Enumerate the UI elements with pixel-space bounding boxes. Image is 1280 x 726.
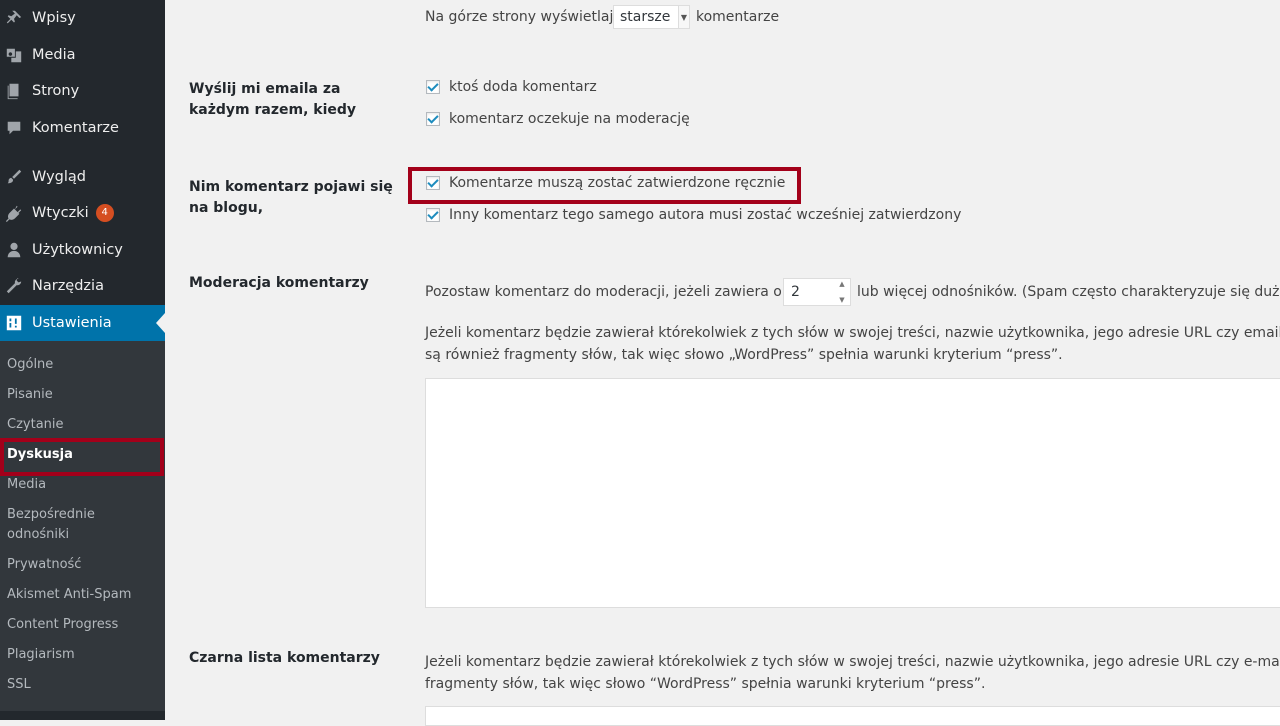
menu-label: Wpisy [32, 10, 76, 26]
email-on-comment-option[interactable]: ktoś doda komentarz [426, 79, 597, 95]
plugin-update-count-badge: 4 [95, 204, 114, 222]
settings-icon [5, 314, 23, 332]
moderation-links-prefix: Pozostaw komentarz do moderacji, jeżeli … [425, 284, 791, 300]
moderation-links-suffix: lub więcej odnośników. (Spam często char… [857, 284, 1280, 300]
submenu-media[interactable]: Media [7, 475, 46, 495]
menu-label: Wygląd [32, 169, 86, 185]
email-section-label: Wyślij mi emaila za każdym razem, kiedy [189, 81, 357, 118]
moderation-description-line2: są również fragmenty słów, tak więc słow… [425, 347, 1063, 363]
option-label: ktoś doda komentarz [449, 79, 597, 95]
menu-label: Użytkownicy [32, 242, 123, 258]
active-arrow [156, 313, 165, 333]
option-label: Inny komentarz tego samego autora musi z… [449, 207, 962, 223]
dropdown-arrow-icon: ▼ [678, 6, 689, 28]
users-icon [5, 241, 23, 259]
pages-icon [5, 82, 23, 100]
plugin-icon [5, 204, 23, 222]
brush-icon [5, 168, 23, 186]
checkbox-checked-icon[interactable] [426, 208, 440, 222]
menu-label: Wtyczki [32, 205, 89, 221]
email-on-moderation-option[interactable]: komentarz oczekuje na moderację [426, 111, 690, 127]
menu-item-media[interactable]: Media [0, 37, 165, 73]
blacklist-keys-textarea[interactable] [425, 706, 1280, 726]
moderation-keys-textarea[interactable] [425, 378, 1280, 608]
previously-approved-option[interactable]: Inny komentarz tego samego autora musi z… [426, 207, 961, 223]
manual-approval-option[interactable]: Komentarze muszą zostać zatwierdzone ręc… [426, 175, 785, 191]
submenu-content-progress[interactable]: Content Progress [7, 615, 118, 635]
menu-label: Media [32, 47, 76, 63]
sidebar-bottom [0, 711, 165, 720]
moderation-links-input[interactable]: 2 ▲ ▼ [783, 278, 851, 306]
order-suffix-text: komentarze [696, 9, 780, 25]
submenu-ssl[interactable]: SSL [7, 675, 31, 695]
option-label: komentarz oczekuje na moderację [449, 111, 690, 127]
moderation-section-label: Moderacja komentarzy [189, 275, 369, 291]
moderation-description-line1: Jeżeli komentarz będzie zawierał któreko… [425, 325, 1280, 341]
menu-item-pages[interactable]: Strony [0, 73, 165, 109]
menu-item-appearance[interactable]: Wygląd [0, 159, 165, 195]
menu-label: Komentarze [32, 120, 119, 136]
order-prefix-text: Na górze strony wyświetlaj [425, 9, 614, 25]
submenu-reading[interactable]: Czytanie [7, 415, 64, 435]
settings-submenu: Ogólne Pisanie Czytanie Dyskusja Media B… [0, 341, 165, 711]
checkbox-checked-icon[interactable] [426, 176, 440, 190]
wrench-icon [5, 277, 23, 295]
menu-label: Narzędzia [32, 278, 104, 294]
discussion-highlight-box [0, 438, 164, 476]
menu-item-plugins[interactable]: Wtyczki 4 [0, 195, 165, 231]
menu-item-comments[interactable]: Komentarze [0, 110, 165, 146]
submenu-plagiarism[interactable]: Plagiarism [7, 645, 75, 665]
discussion-settings-form: Na górze strony wyświetlaj starsze ▼ kom… [165, 0, 1280, 726]
comment-order-value: starsze [620, 9, 671, 25]
submenu-writing[interactable]: Pisanie [7, 385, 53, 405]
comments-icon [5, 119, 23, 137]
blacklist-description-line2: fragmenty słów, tak więc słowo “WordPres… [425, 676, 986, 692]
menu-item-settings[interactable]: Ustawienia [0, 305, 165, 341]
menu-label: Strony [32, 83, 80, 99]
menu-label: Ustawienia [32, 315, 112, 331]
submenu-privacy[interactable]: Prywatność [7, 555, 81, 575]
number-spinner-icon[interactable]: ▲ ▼ [836, 280, 848, 304]
pin-icon [5, 9, 23, 27]
submenu-general[interactable]: Ogólne [7, 355, 53, 375]
admin-sidebar: Wpisy Media Strony Komentarze Wygląd Wty… [0, 0, 165, 720]
submenu-akismet[interactable]: Akismet Anti-Spam [7, 585, 131, 605]
checkbox-checked-icon[interactable] [426, 80, 440, 94]
moderation-links-value: 2 [791, 284, 800, 300]
blacklist-section-label: Czarna lista komentarzy [189, 650, 380, 666]
before-appears-section-label: Nim komentarz pojawi się na blogu, [189, 179, 393, 216]
menu-item-users[interactable]: Użytkownicy [0, 232, 165, 268]
checkbox-checked-icon[interactable] [426, 112, 440, 126]
submenu-permalinks[interactable]: Bezpośrednie odnośniki [7, 505, 107, 545]
option-label: Komentarze muszą zostać zatwierdzone ręc… [449, 175, 786, 191]
menu-item-tools[interactable]: Narzędzia [0, 268, 165, 304]
comment-order-select[interactable]: starsze ▼ [613, 5, 690, 29]
media-icon [5, 46, 23, 64]
menu-item-posts[interactable]: Wpisy [0, 0, 165, 36]
blacklist-description-line1: Jeżeli komentarz będzie zawierał któreko… [425, 654, 1280, 670]
